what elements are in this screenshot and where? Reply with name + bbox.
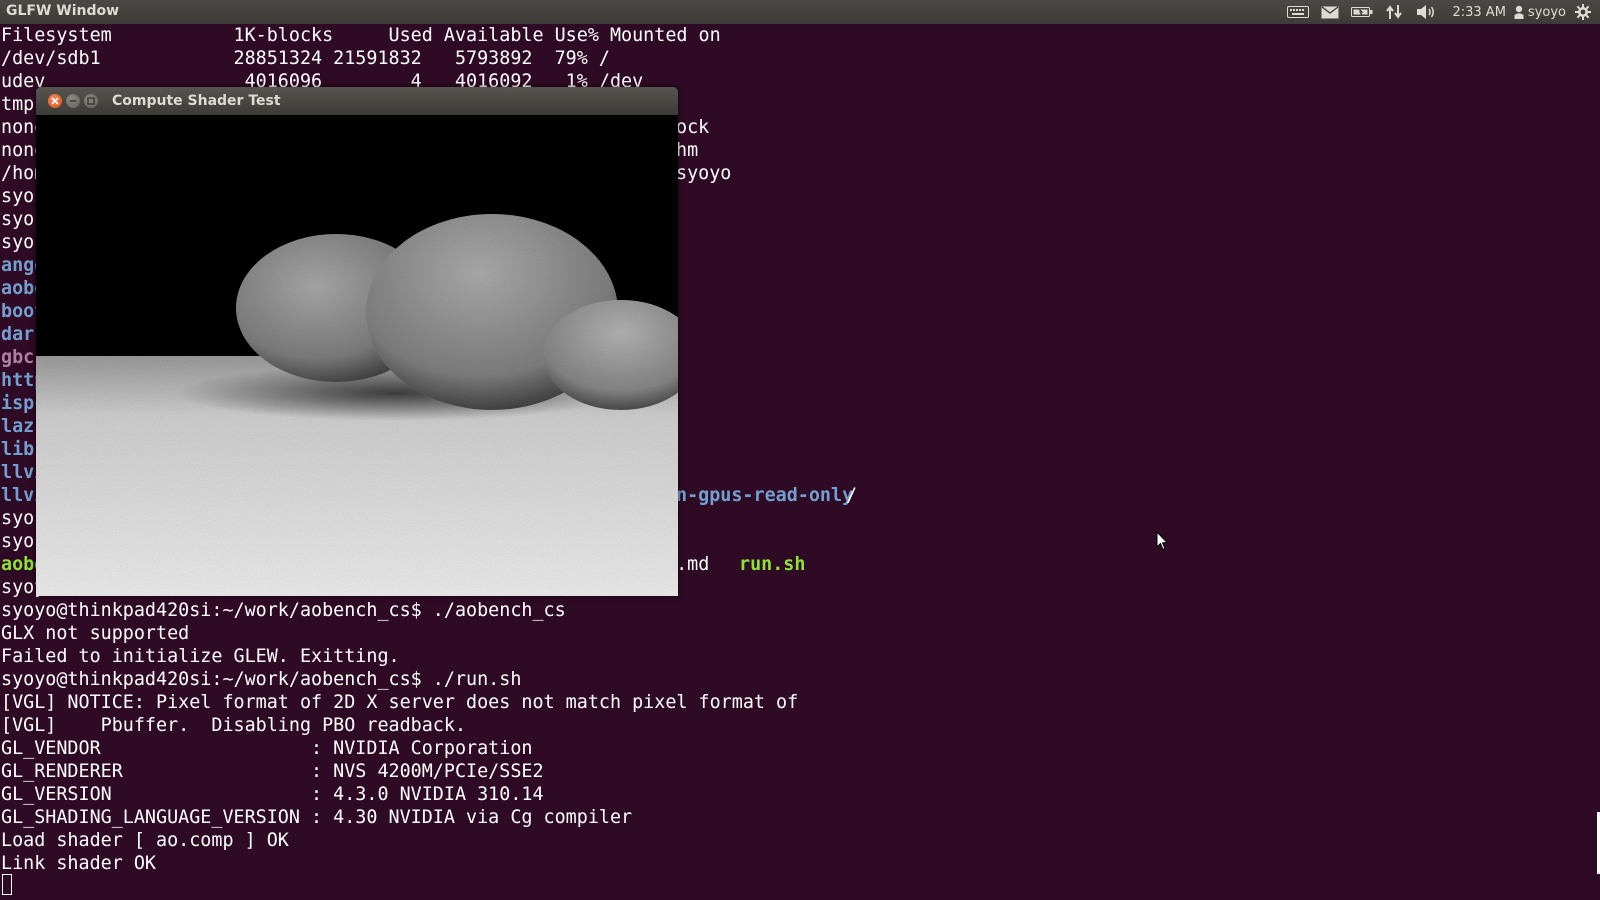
terminal-line: GLX not supported: [1, 623, 190, 644]
indicator-area: 2:33 AM syoyo: [1282, 0, 1594, 24]
terminal-fragment-executable: run.sh: [739, 554, 806, 575]
maximize-button[interactable]: [84, 94, 98, 108]
terminal-line: syo: [1, 209, 35, 230]
terminal-line: syo: [1, 232, 35, 253]
user-icon: [1514, 5, 1524, 19]
user-name: syoyo: [1527, 4, 1566, 20]
minimize-button[interactable]: [66, 94, 80, 108]
terminal-fragment: hm: [676, 140, 699, 161]
volume-icon[interactable]: [1410, 0, 1442, 24]
network-icon[interactable]: [1378, 0, 1410, 24]
close-icon: [51, 97, 59, 105]
active-window-title: GLFW Window: [6, 3, 120, 19]
terminal-fragment: syoyo: [676, 163, 732, 184]
terminal-line: Load shader [ ao.comp ] OK: [1, 830, 289, 851]
terminal-fragment: ock: [676, 117, 710, 138]
terminal-fragment: /: [846, 485, 858, 506]
terminal-line-directory: lib: [1, 439, 35, 460]
terminal-line: syo: [1, 531, 35, 552]
terminal-line: GL_SHADING_LANGUAGE_VERSION : 4.30 NVIDI…: [1, 807, 633, 828]
terminal-line: tmp: [1, 94, 35, 115]
terminal-line: GL_VENDOR : NVIDIA Corporation: [1, 738, 533, 759]
minimize-icon: [70, 100, 76, 102]
keyboard-icon[interactable]: [1282, 0, 1314, 24]
maximize-icon: [87, 97, 95, 105]
ao-render-canvas: [36, 115, 678, 596]
terminal-line: syoyo@thinkpad420si:~/work/aobench_cs$ .…: [1, 600, 566, 621]
terminal-line-directory: laz: [1, 416, 35, 437]
terminal-line: Filesystem 1K-blocks Used Available Use%…: [1, 25, 721, 46]
mouse-pointer-icon: [1156, 531, 1168, 551]
close-button[interactable]: [48, 94, 62, 108]
terminal-cursor: [2, 874, 12, 895]
terminal-fragment-directory: n-gpus-read-only: [676, 485, 854, 506]
clock[interactable]: 2:33 AM: [1452, 5, 1505, 20]
mail-icon[interactable]: [1314, 0, 1346, 24]
gear-icon[interactable]: [1572, 0, 1594, 24]
battery-icon[interactable]: [1346, 0, 1378, 24]
terminal-line: [VGL] Pbuffer. Disabling PBO readback.: [1, 715, 467, 736]
window-title: Compute Shader Test: [112, 93, 281, 109]
terminal-line: GL_VERSION : 4.3.0 NVIDIA 310.14: [1, 784, 544, 805]
terminal-line: syoyo@thinkpad420si:~/work/aobench_cs$ .…: [1, 669, 522, 690]
terminal-line-directory: dar: [1, 324, 35, 345]
compute-shader-window[interactable]: Compute Shader Test: [36, 87, 678, 596]
top-panel: GLFW Window 2:33 AM syoyo: [0, 0, 1600, 24]
terminal-line: GL_RENDERER : NVS 4200M/PCIe/SSE2: [1, 761, 544, 782]
terminal-line: [VGL] NOTICE: Pixel format of 2D X serve…: [1, 692, 799, 713]
terminal-line: /dev/sdb1 28851324 21591832 5793892 79% …: [1, 48, 610, 69]
terminal-line: syo: [1, 186, 35, 207]
terminal-line-file: gbc: [1, 347, 35, 368]
user-menu[interactable]: syoyo: [1514, 5, 1566, 20]
terminal-line: Failed to initialize GLEW. Exitting.: [1, 646, 400, 667]
terminal-line: syo: [1, 508, 35, 529]
window-titlebar[interactable]: Compute Shader Test: [36, 87, 678, 115]
terminal-line: Link shader OK: [1, 853, 157, 874]
